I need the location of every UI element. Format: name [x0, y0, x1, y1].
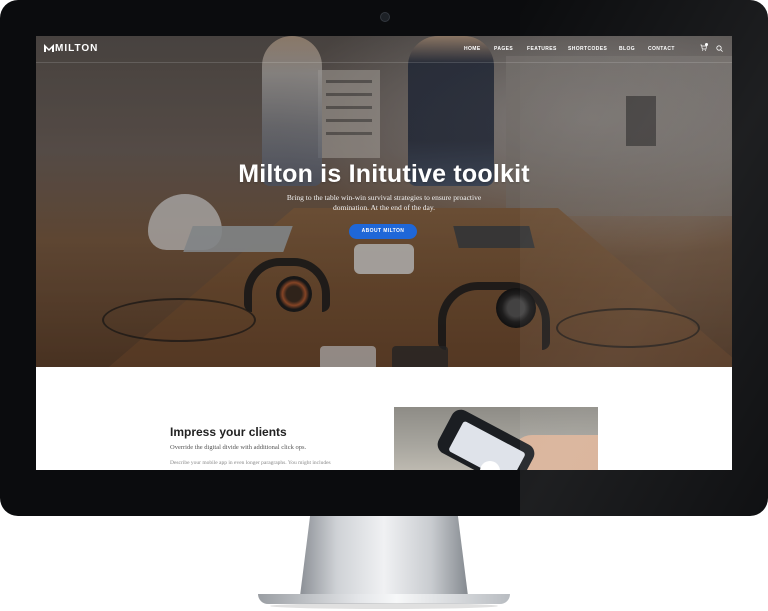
hero-subtitle-line2: domination. At the end of the day. [333, 203, 435, 212]
nav-item-contact[interactable]: CONTACT [648, 46, 675, 52]
monitor-stand-shadow [270, 603, 498, 609]
site-logo[interactable]: MILTON [44, 43, 98, 54]
logo-text: MILTON [55, 43, 99, 54]
screen: MILTON HOME PAGES FEATURES SHORTCODES BL… [36, 36, 732, 470]
hero-title: Milton is Initutive toolkit [238, 160, 530, 188]
section-subtitle: Override the digital divide with additio… [170, 444, 307, 451]
features-section: Impress your clients Override the digita… [36, 367, 732, 470]
monitor-frame: MILTON HOME PAGES FEATURES SHORTCODES BL… [0, 0, 768, 516]
webcam-icon [380, 12, 390, 22]
nav-item-blog[interactable]: BLOG [619, 46, 635, 52]
hero-subtitle: Bring to the table win-win survival stra… [36, 193, 732, 213]
nav-item-features[interactable]: FEATURES [527, 46, 557, 52]
cart-badge [705, 43, 708, 46]
hero-section: MILTON HOME PAGES FEATURES SHORTCODES BL… [36, 36, 732, 367]
search-icon[interactable] [716, 45, 723, 52]
about-milton-button[interactable]: ABOUT MILTON [349, 224, 417, 239]
site-header: MILTON HOME PAGES FEATURES SHORTCODES BL… [36, 36, 732, 63]
nav-item-shortcodes[interactable]: SHORTCODES [568, 46, 607, 52]
section-body: Describe your mobile app in even longer … [170, 460, 331, 466]
hero-subtitle-line1: Bring to the table win-win survival stra… [286, 193, 482, 202]
nav-item-home[interactable]: HOME [464, 46, 481, 52]
monitor-stand-neck [300, 516, 468, 596]
section-image [394, 407, 598, 470]
nav-item-pages[interactable]: PAGES [494, 46, 513, 52]
section-title: Impress your clients [170, 425, 287, 439]
logo-mark-icon [44, 44, 54, 52]
